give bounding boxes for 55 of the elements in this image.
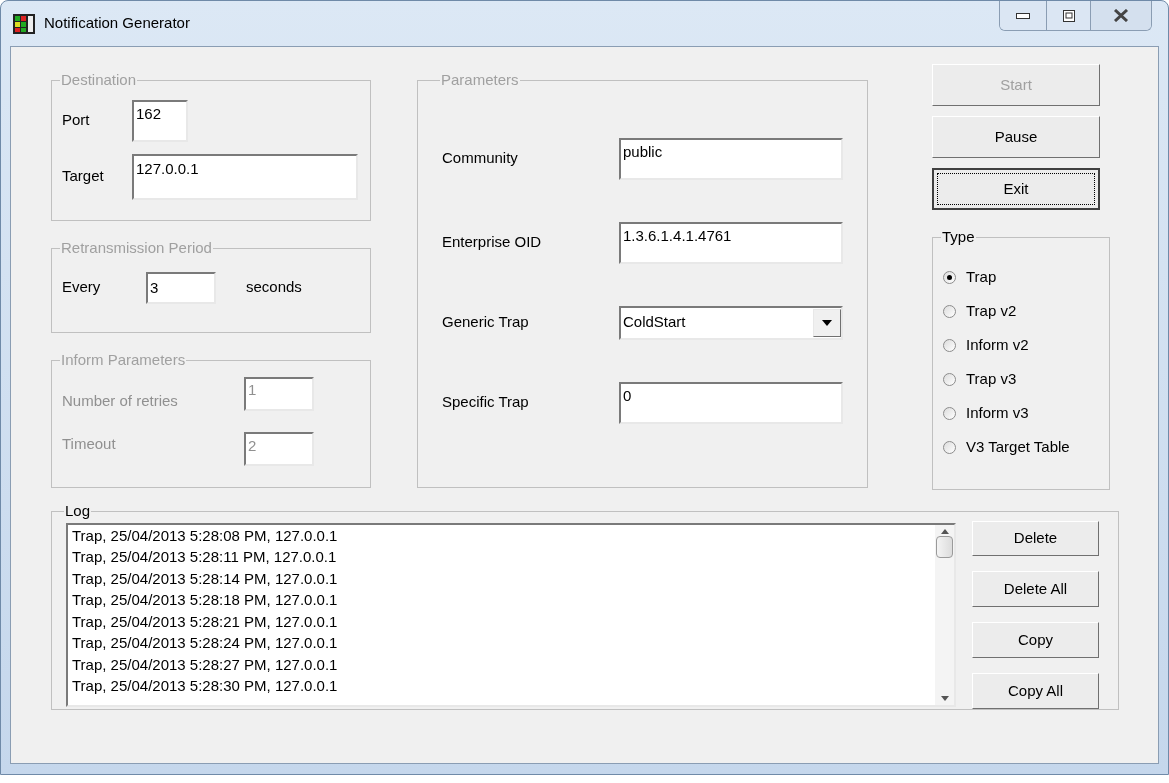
push-button[interactable]: Pause	[932, 116, 1100, 158]
radio-label[interactable]: Trap	[966, 266, 997, 289]
field-label: Port	[62, 110, 91, 131]
log-entry[interactable]: Trap, 25/04/2013 5:28:30 PM, 127.0.0.1	[72, 675, 935, 697]
scroll-thumb[interactable]	[936, 535, 953, 558]
field-label: Every	[62, 277, 102, 298]
window-title: Notification Generator	[44, 13, 190, 34]
group-title: Retransmission Period	[60, 238, 213, 258]
field-label: Community	[442, 148, 519, 169]
group-title: Log	[64, 501, 92, 521]
scroll-down-icon[interactable]	[940, 695, 949, 701]
app-icon	[13, 13, 35, 34]
push-button[interactable]: Delete	[972, 520, 1099, 557]
field-label: Generic Trap	[442, 312, 530, 333]
field-label: Number of retries	[62, 390, 179, 411]
radio-button[interactable]	[943, 339, 956, 352]
group-title: Parameters	[440, 70, 520, 90]
push-button[interactable]: Copy	[972, 622, 1099, 659]
log-list[interactable]	[66, 522, 956, 707]
radio-label[interactable]: Trap v3	[966, 368, 1017, 391]
field-label: Specific Trap	[442, 392, 530, 413]
field-label: Timeout	[62, 433, 117, 454]
field-label: Target	[62, 166, 105, 187]
maximize-icon	[1062, 9, 1075, 22]
group-title: Inform Parameters	[60, 350, 187, 370]
radio-label[interactable]: V3 Target Table	[966, 436, 1070, 459]
log-entry[interactable]: Trap, 25/04/2013 5:28:27 PM, 127.0.0.1	[72, 653, 935, 675]
log-entry[interactable]: Trap, 25/04/2013 5:28:11 PM, 127.0.0.1	[72, 546, 935, 568]
close-button[interactable]	[1091, 1, 1151, 30]
dropdown-button[interactable]	[813, 308, 841, 337]
minimize-icon	[1016, 12, 1030, 19]
group-title: Destination	[60, 70, 138, 90]
push-button[interactable]: Delete All	[972, 571, 1099, 608]
radio-button[interactable]	[943, 271, 956, 284]
field-label: Enterprise OID	[442, 232, 543, 253]
unit-label: seconds	[246, 277, 302, 298]
radio-button[interactable]	[943, 305, 956, 318]
radio-label[interactable]: Inform v2	[966, 334, 1029, 357]
log-entry[interactable]: Trap, 25/04/2013 5:28:24 PM, 127.0.0.1	[72, 632, 935, 654]
minimize-button[interactable]	[1000, 1, 1047, 30]
radio-button[interactable]	[943, 441, 956, 454]
radio-label[interactable]: Trap v2	[966, 300, 1017, 323]
radio-label[interactable]: Inform v3	[966, 402, 1029, 425]
radio-button[interactable]	[943, 373, 956, 386]
log-entry[interactable]: Trap, 25/04/2013 5:28:21 PM, 127.0.0.1	[72, 610, 935, 632]
radio-button[interactable]	[943, 407, 956, 420]
push-button[interactable]: Exit	[932, 168, 1100, 210]
log-entry[interactable]: Trap, 25/04/2013 5:28:14 PM, 127.0.0.1	[72, 567, 935, 589]
push-button[interactable]: Copy All	[972, 673, 1099, 709]
scrollbar[interactable]	[935, 524, 954, 705]
group-title: Type	[941, 227, 976, 247]
close-icon	[1113, 9, 1129, 22]
caret-icon	[822, 319, 832, 326]
log-entry[interactable]: Trap, 25/04/2013 5:28:18 PM, 127.0.0.1	[72, 589, 935, 611]
log-entry[interactable]: Trap, 25/04/2013 5:28:08 PM, 127.0.0.1	[72, 524, 935, 546]
